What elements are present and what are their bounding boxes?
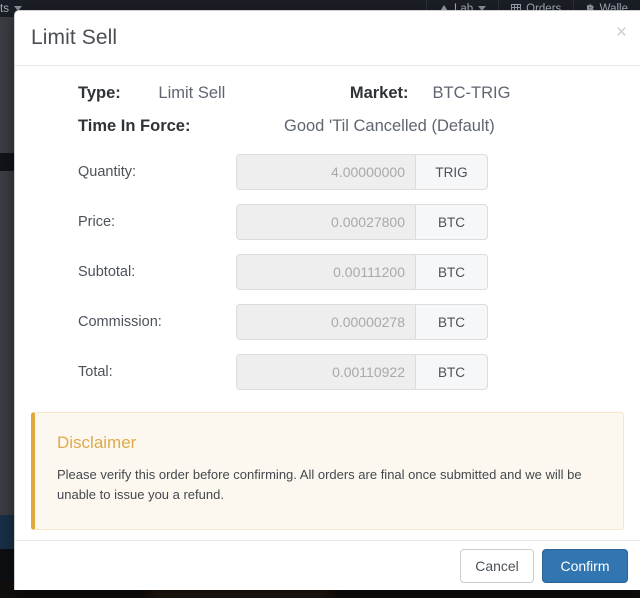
quantity-input-group: 4.00000000 TRIG bbox=[236, 154, 488, 190]
field-row-total: Total: 0.00110922 BTC bbox=[31, 354, 624, 390]
time-in-force-label: Time In Force: bbox=[78, 117, 191, 135]
close-icon[interactable]: × bbox=[616, 23, 627, 42]
total-label: Total: bbox=[78, 364, 113, 380]
subtotal-input: 0.00111200 bbox=[236, 254, 415, 290]
modal-footer: Cancel Confirm bbox=[15, 540, 640, 590]
field-row-subtotal: Subtotal: 0.00111200 BTC bbox=[31, 254, 624, 290]
modal-header: Limit Sell × bbox=[15, 11, 640, 66]
price-input-group: 0.00027800 BTC bbox=[236, 204, 488, 240]
quantity-input[interactable]: 4.00000000 bbox=[236, 154, 415, 190]
type-label: Type: bbox=[78, 84, 121, 102]
field-row-commission: Commission: 0.00000278 BTC bbox=[31, 304, 624, 340]
total-unit-addon: BTC bbox=[415, 354, 488, 390]
subtotal-label: Subtotal: bbox=[78, 264, 136, 280]
field-row-quantity: Quantity: 4.00000000 TRIG bbox=[31, 154, 624, 190]
modal-body: Type: Limit Sell Market: BTC-TRIG Time I… bbox=[15, 66, 640, 531]
market-value: BTC-TRIG bbox=[432, 84, 511, 102]
page-left-chip-lower bbox=[0, 515, 14, 549]
page-left-chip-upper bbox=[0, 153, 14, 171]
commission-label: Commission: bbox=[78, 314, 162, 330]
total-input: 0.00110922 bbox=[236, 354, 415, 390]
order-summary-row-time-in-force: Time In Force: Good 'Til Cancelled (Defa… bbox=[31, 117, 624, 136]
total-input-group: 0.00110922 BTC bbox=[236, 354, 488, 390]
page-left-edge bbox=[0, 17, 14, 598]
quantity-label: Quantity: bbox=[78, 164, 137, 180]
commission-input-group: 0.00000278 BTC bbox=[236, 304, 488, 340]
type-value: Limit Sell bbox=[158, 84, 226, 102]
subtotal-input-group: 0.00111200 BTC bbox=[236, 254, 488, 290]
order-summary-row-type: Type: Limit Sell Market: BTC-TRIG bbox=[31, 84, 624, 103]
modal-title: Limit Sell bbox=[31, 26, 118, 49]
price-unit-addon: BTC bbox=[415, 204, 488, 240]
commission-input: 0.00000278 bbox=[236, 304, 415, 340]
disclaimer-panel: Disclaimer Please verify this order befo… bbox=[31, 412, 624, 531]
price-label: Price: bbox=[78, 214, 116, 230]
quantity-unit-addon: TRIG bbox=[415, 154, 488, 190]
market-label: Market: bbox=[349, 84, 409, 102]
disclaimer-title: Disclaimer bbox=[57, 433, 137, 452]
commission-unit-addon: BTC bbox=[415, 304, 488, 340]
time-in-force-value: Good 'Til Cancelled (Default) bbox=[284, 117, 495, 135]
limit-sell-modal: Limit Sell × Type: Limit Sell Market: BT… bbox=[14, 10, 640, 590]
confirm-button[interactable]: Confirm bbox=[542, 548, 628, 583]
price-input[interactable]: 0.00027800 bbox=[236, 204, 415, 240]
cancel-button[interactable]: Cancel bbox=[460, 548, 534, 583]
disclaimer-text: Please verify this order before confirmi… bbox=[57, 467, 582, 503]
nav-markets-label: ts bbox=[0, 2, 9, 15]
subtotal-unit-addon: BTC bbox=[415, 254, 488, 290]
field-row-price: Price: 0.00027800 BTC bbox=[31, 204, 624, 240]
